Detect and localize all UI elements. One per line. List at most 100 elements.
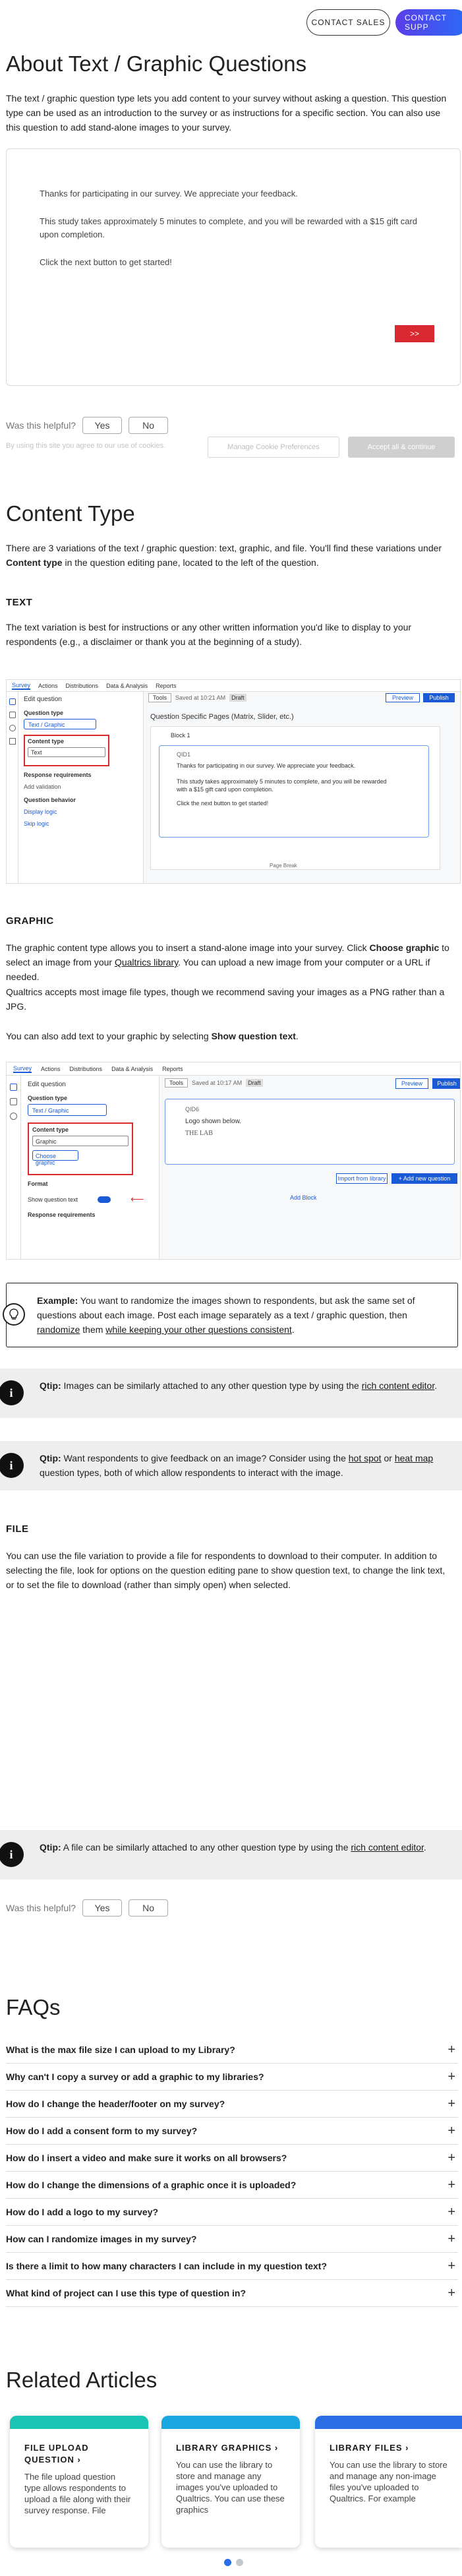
- look-feel-icon[interactable]: [9, 712, 16, 718]
- contact-support-button[interactable]: CONTACT SUPP: [395, 9, 462, 36]
- content-type-heading: Content Type: [6, 501, 135, 526]
- tools-menu[interactable]: Tools: [148, 693, 172, 702]
- carousel-dot[interactable]: [236, 2559, 243, 2566]
- rich-content-editor-link[interactable]: rich content editor: [351, 1842, 424, 1853]
- preview-button[interactable]: Preview: [386, 693, 420, 702]
- question-type-label: Question type: [24, 710, 64, 716]
- choose-graphic-button[interactable]: Choose graphic: [32, 1150, 78, 1166]
- look-feel-icon[interactable]: [10, 1098, 17, 1105]
- helpful-row-1: Was this helpful? Yes No: [6, 417, 169, 434]
- add-new-question-button[interactable]: + Add new question: [391, 1173, 457, 1184]
- tab-data-analysis[interactable]: Data & Analysis: [106, 683, 148, 689]
- tab-actions-2[interactable]: Actions: [41, 1066, 61, 1072]
- card-title: LIBRARY FILES ›: [330, 2443, 409, 2453]
- faq-item[interactable]: How do I add a consent form to my survey…: [6, 2118, 458, 2145]
- plus-icon: +: [448, 2096, 455, 2111]
- accept-cookies-button[interactable]: Accept all & continue: [348, 437, 455, 458]
- related-card[interactable]: FILE UPLOAD QUESTION › The file upload q…: [10, 2416, 148, 2548]
- content-type-highlight: Content type Text: [24, 735, 109, 766]
- chevron-right-icon: ›: [405, 2443, 409, 2453]
- tab-survey[interactable]: Survey: [12, 682, 31, 690]
- question-text-3: Click the next button to get started!: [177, 800, 269, 807]
- show-question-text-toggle[interactable]: [98, 1196, 111, 1203]
- show-question-text-label: Show question text: [28, 1196, 78, 1203]
- plus-icon: +: [448, 2231, 455, 2246]
- question-text-1: Thanks for participating in our survey. …: [177, 762, 356, 769]
- content-type-select[interactable]: Graphic: [32, 1136, 129, 1146]
- tab-data-analysis-2[interactable]: Data & Analysis: [111, 1066, 153, 1072]
- helpful-yes-button[interactable]: Yes: [82, 417, 123, 434]
- preview-button[interactable]: Preview: [395, 1078, 428, 1089]
- faq-item[interactable]: Is there a limit to how many characters …: [6, 2253, 458, 2280]
- related-articles-heading: Related Articles: [6, 2368, 158, 2392]
- card-accent-bar: [315, 2416, 462, 2429]
- faq-item[interactable]: What kind of project can I use this type…: [6, 2280, 458, 2307]
- faq-item[interactable]: Why can't I copy a survey or add a graph…: [6, 2064, 458, 2091]
- question-card[interactable]: QID1 Thanks for participating in our sur…: [159, 745, 429, 838]
- survey-icon[interactable]: [9, 698, 16, 705]
- add-block-link[interactable]: Add Block: [290, 1194, 317, 1201]
- question-type-select[interactable]: Text / Graphic: [28, 1104, 107, 1116]
- tab-distributions[interactable]: Distributions: [66, 683, 99, 689]
- skip-logic-link[interactable]: Skip logic: [24, 820, 138, 827]
- faq-item[interactable]: How do I change the header/footer on my …: [6, 2091, 458, 2118]
- related-card[interactable]: LIBRARY FILES › You can use the library …: [315, 2416, 462, 2548]
- rich-content-editor-link[interactable]: rich content editor: [362, 1380, 435, 1391]
- faq-item[interactable]: How do I insert a video and make sure it…: [6, 2145, 458, 2172]
- block-label: Block 1: [171, 732, 190, 739]
- page-break-label: Page Break: [270, 863, 297, 869]
- question-card-2[interactable]: QID6 Logo shown below. THE LAB: [165, 1099, 455, 1165]
- carousel-dot-active[interactable]: [224, 2559, 231, 2566]
- survey-icon[interactable]: [10, 1084, 17, 1091]
- qualtrics-library-link[interactable]: Qualtrics library: [115, 957, 178, 967]
- faq-item[interactable]: How can I randomize images in my survey?…: [6, 2226, 458, 2253]
- text-heading: TEXT: [6, 597, 33, 608]
- plus-icon: +: [448, 2123, 455, 2138]
- randomize-link[interactable]: randomize: [37, 1324, 80, 1335]
- faq-item[interactable]: How do I change the dimensions of a grap…: [6, 2172, 458, 2199]
- editor-screenshot-text: Survey Actions Distributions Data & Anal…: [6, 679, 461, 884]
- tab-reports[interactable]: Reports: [156, 683, 177, 689]
- display-logic-link[interactable]: Display logic: [24, 809, 138, 815]
- helpful-yes-button[interactable]: Yes: [82, 1899, 123, 1917]
- related-card[interactable]: LIBRARY GRAPHICS › You can use the libra…: [161, 2416, 300, 2548]
- options-icon[interactable]: [9, 738, 16, 745]
- contact-sales-button[interactable]: CONTACT SALES: [306, 9, 390, 36]
- qtip-feedback: i Qtip: Want respondents to give feedbac…: [0, 1441, 462, 1490]
- tab-reports-2[interactable]: Reports: [162, 1066, 183, 1072]
- tab-distributions-2[interactable]: Distributions: [70, 1066, 103, 1072]
- plus-icon: +: [448, 2177, 455, 2192]
- consistent-questions-link[interactable]: while keeping your other questions consi…: [105, 1324, 292, 1335]
- helpful-no-button[interactable]: No: [129, 1899, 169, 1917]
- editor-toolbar: Tools Saved at 10:21 AM Draft: [148, 693, 246, 702]
- flow-icon[interactable]: [9, 725, 16, 731]
- question-type-select[interactable]: Text / Graphic: [24, 719, 96, 729]
- survey-text-1: Thanks for participating in our survey. …: [40, 189, 298, 199]
- saved-status: Saved at 10:21 AM: [175, 694, 226, 701]
- edit-question-label: Edit question: [28, 1081, 66, 1088]
- publish-button[interactable]: Publish: [432, 1078, 460, 1089]
- hot-spot-link[interactable]: hot spot: [349, 1453, 382, 1463]
- publish-button[interactable]: Publish: [423, 693, 455, 702]
- question-behavior-label: Question behavior: [24, 797, 76, 803]
- tab-actions[interactable]: Actions: [38, 683, 58, 689]
- tab-survey-2[interactable]: Survey: [13, 1065, 32, 1073]
- faq-item[interactable]: What is the max file size I can upload t…: [6, 2037, 458, 2064]
- helpful-no-button[interactable]: No: [129, 417, 169, 434]
- saved-status: Saved at 10:17 AM: [192, 1080, 243, 1086]
- question-id: QID6: [185, 1106, 200, 1113]
- faqs-heading: FAQs: [6, 1995, 61, 2019]
- tools-menu[interactable]: Tools: [165, 1078, 188, 1088]
- file-paragraph: You can use the file variation to provid…: [6, 1550, 446, 1590]
- import-from-library-button[interactable]: Import from library: [336, 1173, 388, 1184]
- card-description: You can use the library to store and man…: [330, 2460, 448, 2503]
- plus-icon: +: [448, 2204, 455, 2219]
- next-button[interactable]: >>: [395, 325, 434, 342]
- editor-tabs-2: Survey Actions Distributions Data & Anal…: [7, 1062, 460, 1076]
- heat-map-link[interactable]: heat map: [395, 1453, 433, 1463]
- manage-cookies-button[interactable]: Manage Cookie Preferences: [208, 437, 339, 458]
- flow-icon[interactable]: [10, 1113, 17, 1120]
- question-type-label: Question type: [28, 1095, 68, 1101]
- content-type-select[interactable]: Text: [28, 747, 105, 757]
- faq-item[interactable]: How do I add a logo to my survey? +: [6, 2199, 458, 2226]
